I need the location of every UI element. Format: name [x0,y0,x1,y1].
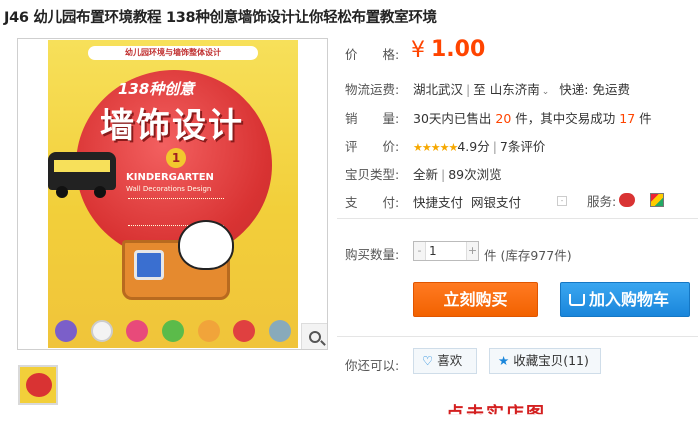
shipping-info: 湖北武汉 | 至 山东济南 ⌄ 快递: 免运费 [413,79,630,98]
sales-success-count: 17 [619,111,636,126]
cover-icon-row [48,316,298,346]
star-icon: ★ [498,353,510,368]
sales-label: 销 量: [345,111,400,126]
cover-en-title: KINDERGARTEN [126,172,214,183]
quantity-minus-button[interactable]: - [414,242,426,260]
quantity-label: 购买数量: [345,247,400,262]
bus-wheel [94,186,106,198]
rating-stars-icon: ★★★★★ [413,141,458,154]
add-to-cart-button[interactable]: 加入购物车 [560,282,690,317]
product-main-image[interactable]: 幼儿园环境与墙饰整体设计 138种创意 墙饰设计 1 KINDERGARTEN … [17,38,328,350]
cover-band-text: 幼儿园环境与墙饰整体设计 [88,46,258,60]
shipping-label: 物流运费: [345,82,400,97]
cover-circle-icon [161,320,184,342]
bus-wheel [56,186,68,198]
separator: | [492,139,497,154]
ship-delivery: 快递: 免运费 [559,82,630,97]
sales-mid: 件，其中交易成功 [515,111,616,126]
sales-prefix: 30天内已售出 [413,111,492,126]
rating-info: ★★★★★4.9分 | 7条评价 [413,136,545,155]
payment-method-2: 网银支付 [471,195,522,210]
item-views: 89次浏览 [448,167,502,182]
separator: | [441,167,446,182]
cover-volume-badge: 1 [166,148,186,168]
cover-en-subtitle: Wall Decorations Design [126,185,212,193]
ship-to-select[interactable]: 山东济南 [490,82,540,97]
heart-icon: ♡ [422,353,434,368]
ship-from: 湖北武汉 [413,82,464,97]
add-to-cart-label: 加入购物车 [589,290,670,309]
sales-sold-count: 20 [495,111,512,126]
cover-circle-icon [90,320,113,342]
buy-now-button[interactable]: 立刻购买 [413,282,538,317]
stock-info: 件 (库存977件) [484,248,572,263]
cover-circle-icon [126,320,149,342]
payment-method-1: 快捷支付 [413,195,464,210]
magnifier-icon [308,331,321,343]
rating-score: 4.9分 [457,139,490,154]
page-title: J46 幼儿园布置环境教程 138种创意墙饰设计让你轻松布置教室环境 [4,10,437,26]
also-label: 你还可以: [345,358,400,373]
item-type-info: 全新 | 89次浏览 [413,164,502,183]
thumbnail-balloon [26,373,52,397]
quantity-input[interactable] [426,242,466,260]
sales-info: 30天内已售出 20 件，其中交易成功 17 件 [413,108,652,127]
cover-subtitle: 138种创意 [118,80,195,98]
like-button[interactable]: ♡ 喜欢 [413,348,477,374]
rating-label: 评 价: [345,139,400,154]
price-value: 1.00 [431,37,486,62]
cover-circle-icon [54,320,77,342]
cover-circle-icon [197,320,220,342]
payment-info: 快捷支付 网银支付 [413,192,521,211]
book-cover: 幼儿园环境与墙饰整体设计 138种创意 墙饰设计 1 KINDERGARTEN … [48,40,298,348]
product-thumbnail[interactable] [18,365,58,405]
service-badge-icon[interactable] [650,193,664,207]
ship-from-prefix: 至 [473,82,490,97]
like-label: 喜欢 [437,353,463,368]
cover-circle-icon [233,320,256,342]
expand-icon[interactable]: - [557,196,567,206]
sales-suffix: 件 [639,111,652,126]
collect-label: 收藏宝贝(11) [513,353,589,368]
item-condition: 全新 [413,167,439,182]
cow-illustration [178,220,234,270]
payment-label: 支 付: [345,195,400,210]
divider [337,336,698,337]
price-label: 价 格: [345,47,400,62]
bus-illustration [48,152,116,190]
service-label: 服务: [587,194,617,209]
cart-icon [569,294,585,306]
cover-circle-icon [269,320,292,342]
separator: | [466,82,471,97]
collect-button[interactable]: ★ 收藏宝贝(11) [489,348,601,374]
cover-title: 墙饰设计 [100,106,244,146]
service-guarantee-icon[interactable] [619,193,635,207]
price-currency: ¥ [411,38,425,63]
quantity-plus-button[interactable]: + [466,242,478,260]
divider [337,218,698,219]
zoom-button[interactable] [301,323,327,349]
item-type-label: 宝贝类型: [345,167,400,182]
quantity-stepper[interactable]: - + [413,241,479,261]
window-illustration [134,250,164,280]
rating-reviews-link[interactable]: 7条评价 [500,139,545,154]
partial-banner-text: 点击实店图 [446,404,546,425]
chevron-down-icon[interactable]: ⌄ [542,87,550,97]
